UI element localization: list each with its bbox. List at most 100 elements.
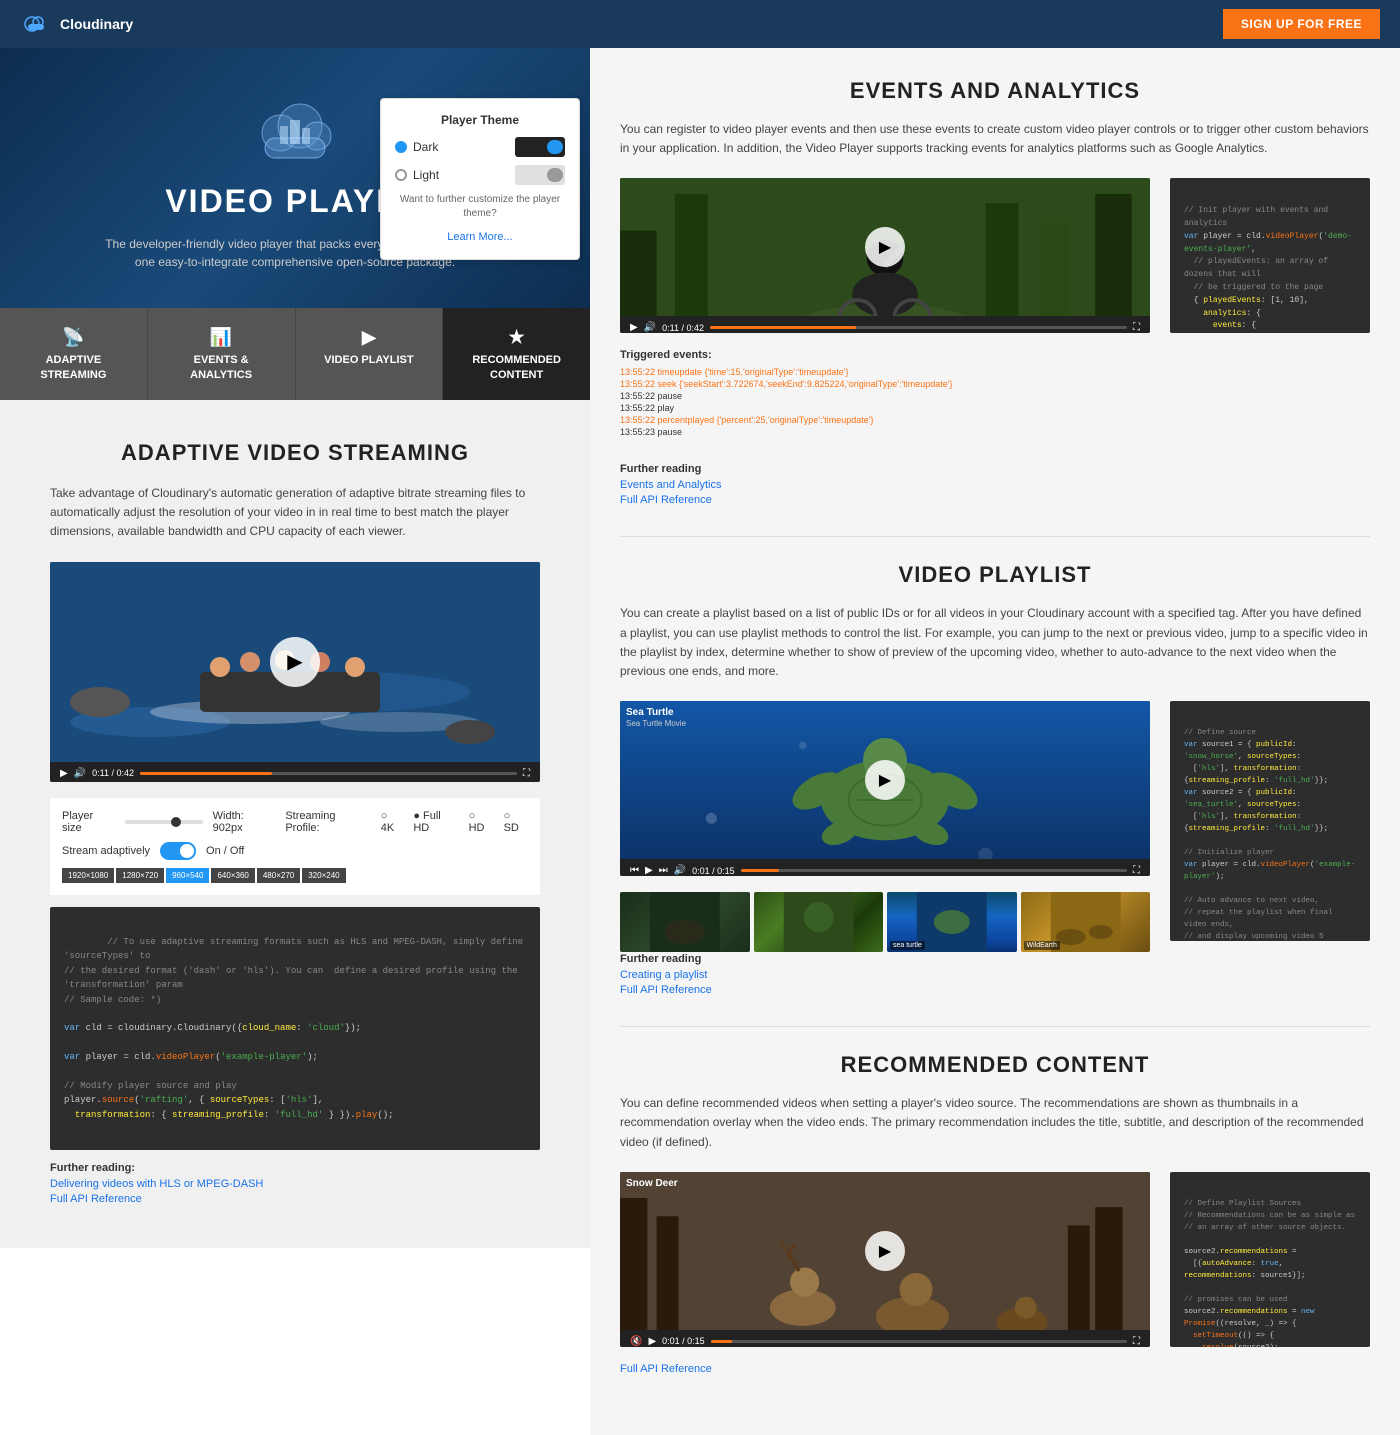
tab-playlist[interactable]: ▶ VIDEO PLAYLIST [296,308,444,400]
playlist-progress-bar[interactable] [741,869,1127,872]
events-section: EVENTS AND ANALYTICS You can register to… [620,78,1370,506]
playlist-description: You can create a playlist based on a lis… [620,604,1370,681]
events-video-area: ▶ ▶ 🔊 0:11 / 0:42 ⛶ Triggere [620,178,1150,447]
time-display: 0:11 / 0:42 [92,768,134,778]
recommended-layout: Snow Deer ▶ 🔇 ▶ 0:01 / 0:15 ⛶ [620,1172,1370,1363]
adaptive-description: Take advantage of Cloudinary's automatic… [50,484,540,542]
hero-cloud-icon [245,88,345,168]
fullscreen-icon[interactable]: ⛶ [523,768,530,779]
rec-time-display: 0:01 / 0:15 [662,1336,705,1346]
res-btn-640[interactable]: 640×360 [211,868,254,883]
dark-preview [515,137,565,157]
hls-mpeg-dash-link[interactable]: Delivering videos with HLS or MPEG-DASH [50,1178,540,1190]
progress-bar[interactable] [140,772,517,775]
events-fullscreen-icon[interactable]: ⛶ [1133,322,1140,333]
tab-recommended[interactable]: ★ RECOMMENDEDCONTENT [443,308,590,400]
dark-radio-icon [395,141,407,153]
toggle-on-off-label: On / Off [206,845,244,857]
divider-2 [620,1026,1370,1027]
rec-play-icon[interactable]: ▶ [648,1336,656,1347]
api-reference-link-adaptive[interactable]: Full API Reference [50,1193,540,1205]
video-controls: ▶ 🔊 0:11 / 0:42 ⛶ [50,762,540,782]
recommended-play-overlay[interactable]: ▶ [620,1172,1150,1330]
playlist-video-area: Sea Turtle Sea Turtle Movie ▶ ⏮ ▶ ⏭ 🔊 0:… [620,701,1150,953]
event-line-5: 13:55:22 percentplayed {'percent':25,'or… [620,415,1150,425]
thumb-4[interactable]: WildEarth [1021,892,1151,952]
res-sd-label: ○ SD [504,810,528,834]
events-api-reference-link[interactable]: Full API Reference [620,494,1370,506]
res-hd-label: ○ HD [469,810,494,834]
events-play-button[interactable]: ▶ [865,227,905,267]
recommended-play-button[interactable]: ▶ [865,1231,905,1271]
player-theme-popup: Player Theme Dark Light [380,98,580,260]
width-display: Width: 902px [213,810,276,834]
event-line-6: 13:55:23 pause [620,427,1150,437]
events-play-overlay[interactable]: ▶ [620,178,1150,316]
tab-events[interactable]: 📊 EVENTS &ANALYTICS [148,308,296,400]
events-progress-bar[interactable] [710,326,1127,329]
playlist-icon: ▶ [304,326,435,349]
events-video-player: ▶ ▶ 🔊 0:11 / 0:42 ⛶ [620,178,1150,333]
playlist-play-button[interactable]: ▶ [865,760,905,800]
adaptive-video-player: ▶ ▶ 🔊 0:11 / 0:42 ⛶ [50,562,540,782]
playlist-volume-icon[interactable]: 🔊 [674,865,686,876]
res-btn-320[interactable]: 320×240 [302,868,345,883]
popup-footer: Want to further customize the player the… [395,193,565,221]
triggered-events-label: Triggered events: [620,349,1150,361]
playlist-video-controls: ⏮ ▶ ⏭ 🔊 0:01 / 0:15 ⛶ [620,859,1150,876]
dark-theme-label: Dark [395,140,438,154]
playlist-play-icon[interactable]: ▶ [645,865,653,876]
tab-adaptive[interactable]: 📡 ADAPTIVESTREAMING [0,308,148,400]
events-video-controls: ▶ 🔊 0:11 / 0:42 ⛶ [620,316,1150,333]
thumb-2[interactable] [754,892,884,952]
playlist-api-reference-link[interactable]: Full API Reference [620,984,1370,996]
playlist-fullscreen-icon[interactable]: ⛶ [1133,865,1140,876]
recommended-icon: ★ [451,326,582,349]
toggle-on-icon [547,140,563,154]
header: Cloudinary SIGN UP FOR FREE [0,0,1400,48]
theme-light-option[interactable]: Light [395,165,565,185]
logo-text: Cloudinary [60,16,133,32]
events-play-icon[interactable]: ▶ [630,322,638,333]
thumb-1[interactable] [620,892,750,952]
theme-dark-option[interactable]: Dark [395,137,565,157]
creating-playlist-link[interactable]: Creating a playlist [620,969,1370,981]
play-button-large[interactable]: ▶ [270,637,320,687]
events-title: EVENTS AND ANALYTICS [620,78,1370,104]
volume-icon[interactable]: 🔊 [74,768,86,779]
playlist-time-display: 0:01 / 0:15 [692,866,735,876]
res-btn-480[interactable]: 480×270 [257,868,300,883]
events-icon: 📊 [156,326,287,349]
light-preview [515,165,565,185]
res-btn-960[interactable]: 960×540 [166,868,209,883]
video-play-overlay[interactable]: ▶ [50,562,540,762]
adaptive-code-block: // To use adaptive streaming formats suc… [50,907,540,1151]
events-analytics-link[interactable]: Events and Analytics [620,479,1370,491]
light-radio-icon [395,169,407,181]
rec-fullscreen-icon[interactable]: ⛶ [1133,1336,1140,1347]
rec-progress-bar[interactable] [711,1340,1127,1343]
recommended-api-reference-link[interactable]: Full API Reference [620,1363,1370,1375]
player-size-controls: Player size Width: 902px Streaming Profi… [50,798,540,895]
player-size-label: Player size [62,810,115,834]
play-icon[interactable]: ▶ [60,768,68,779]
learn-more-link[interactable]: Learn More... [447,231,512,243]
rec-volume-icon[interactable]: 🔇 [630,1336,642,1347]
adaptive-icon: 📡 [8,326,139,349]
light-theme-label: Light [395,168,439,182]
res-4k-label: ○ 4K [381,810,404,834]
stream-row: Stream adaptively On / Off [62,842,528,860]
playlist-prev-icon[interactable]: ⏮ [630,865,639,876]
right-panel: EVENTS AND ANALYTICS You can register to… [590,48,1400,1435]
playlist-play-overlay[interactable]: ▶ [620,701,1150,859]
stream-toggle[interactable] [160,842,196,860]
logo-area: Cloudinary [20,8,133,40]
adaptive-section: ADAPTIVE VIDEO STREAMING Take advantage … [0,400,590,1248]
res-btn-1280[interactable]: 1280×720 [116,868,164,883]
size-slider[interactable] [125,820,203,824]
res-btn-1920[interactable]: 1920×1080 [62,868,114,883]
thumb-3[interactable]: sea turtle [887,892,1017,952]
events-volume-icon[interactable]: 🔊 [644,322,656,333]
signup-button[interactable]: SIGN UP FOR FREE [1223,9,1380,39]
playlist-next-icon[interactable]: ⏭ [659,865,668,876]
